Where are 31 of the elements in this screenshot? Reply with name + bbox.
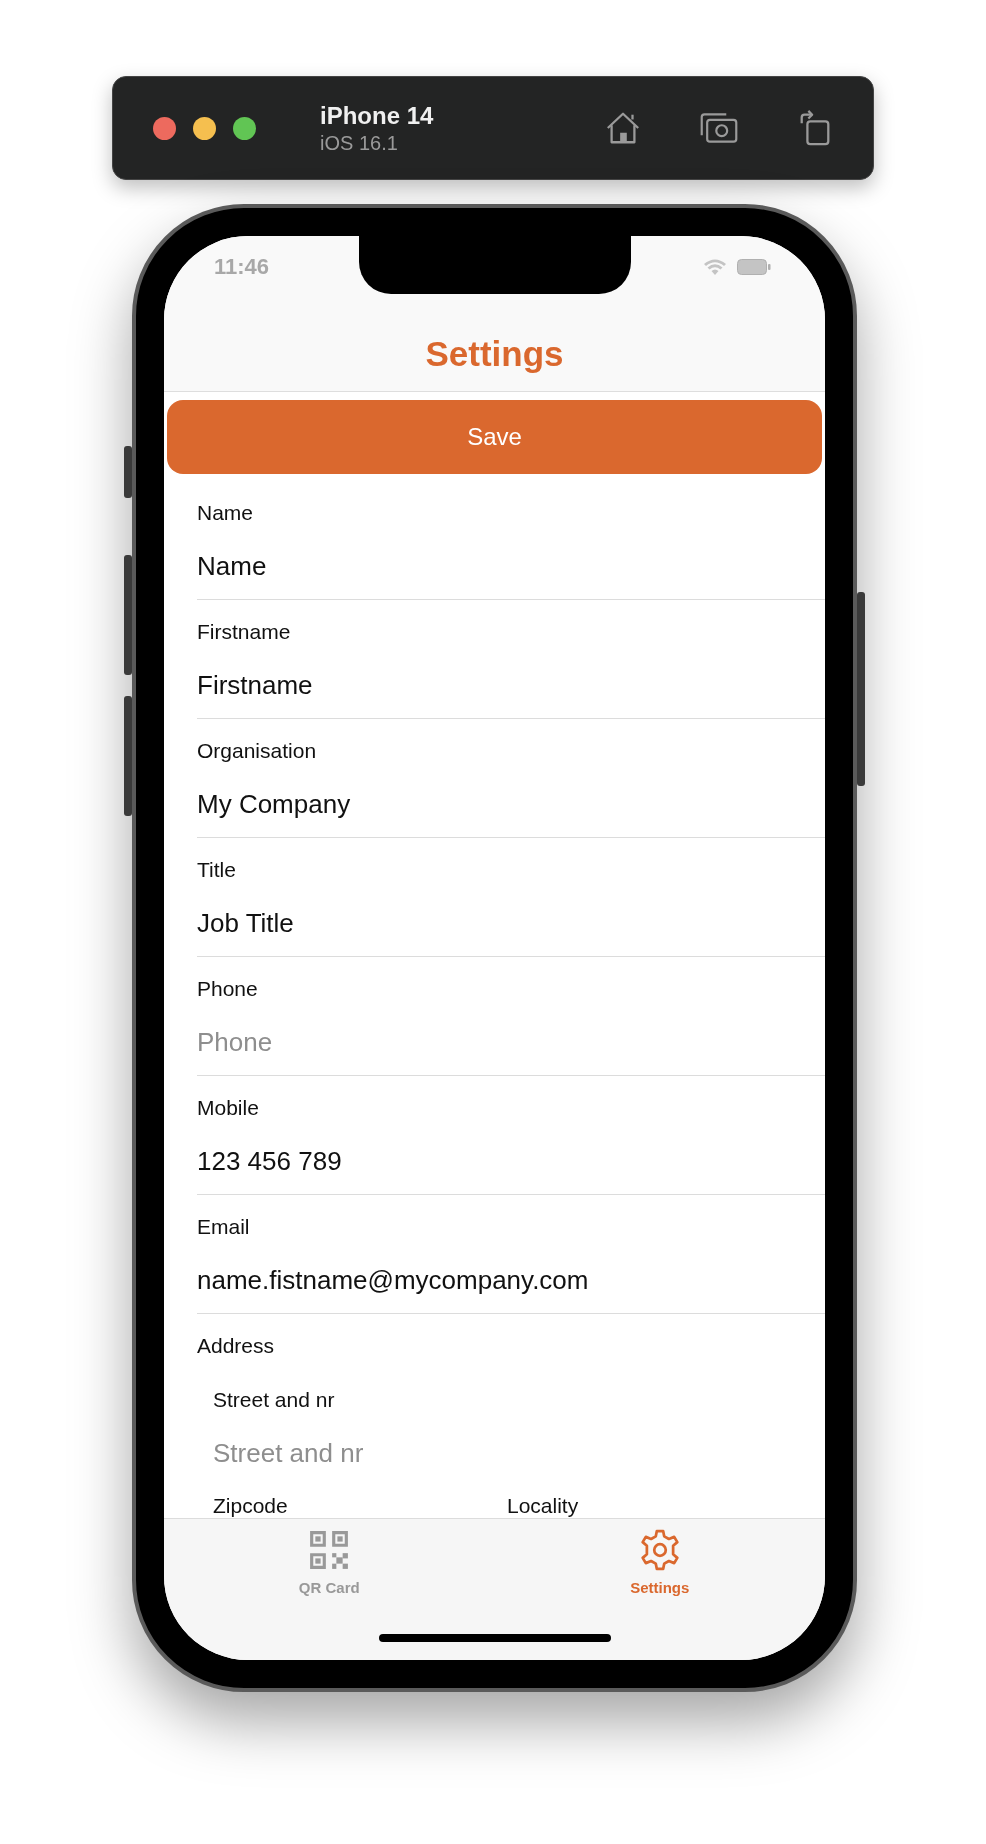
field-label: Email bbox=[197, 1214, 251, 1240]
status-time: 11:46 bbox=[214, 254, 270, 280]
input-field[interactable]: name.fistname@mycompany.com bbox=[197, 1263, 825, 1297]
input-field[interactable]: Name bbox=[197, 549, 825, 583]
field-label: Organisation bbox=[197, 738, 318, 764]
wifi-icon bbox=[703, 258, 727, 276]
os-version: iOS 16.1 bbox=[320, 131, 399, 155]
zoom-button[interactable] bbox=[233, 116, 256, 140]
device-name: iPhone 14 bbox=[320, 101, 434, 130]
field-label: Name bbox=[197, 500, 255, 526]
field-label: Locality bbox=[507, 1493, 580, 1518]
section-label: Address bbox=[197, 1333, 276, 1359]
field-label: Firstname bbox=[197, 619, 292, 645]
input-field[interactable]: Firstname bbox=[197, 668, 825, 702]
input-field[interactable]: 123 456 789 bbox=[197, 1144, 825, 1178]
settings-icon bbox=[638, 1529, 681, 1571]
input-field[interactable]: Street and nr bbox=[213, 1436, 825, 1470]
save-button[interactable]: Save bbox=[167, 400, 822, 474]
field-label: Phone bbox=[197, 976, 259, 1002]
close-button[interactable] bbox=[153, 116, 176, 140]
input-field[interactable]: Job Title bbox=[197, 906, 825, 940]
field-label: Street and nr bbox=[213, 1387, 336, 1413]
field-label: Title bbox=[197, 857, 237, 883]
qr-code-icon bbox=[308, 1529, 351, 1571]
input-field[interactable]: My Company bbox=[197, 787, 825, 821]
field-label: Zipcode bbox=[213, 1493, 289, 1518]
screen-title: Settings bbox=[424, 334, 565, 374]
minimize-button[interactable] bbox=[193, 116, 216, 140]
battery-icon bbox=[737, 259, 771, 275]
input-field[interactable]: Phone bbox=[197, 1025, 825, 1059]
field-label: Mobile bbox=[197, 1095, 260, 1121]
